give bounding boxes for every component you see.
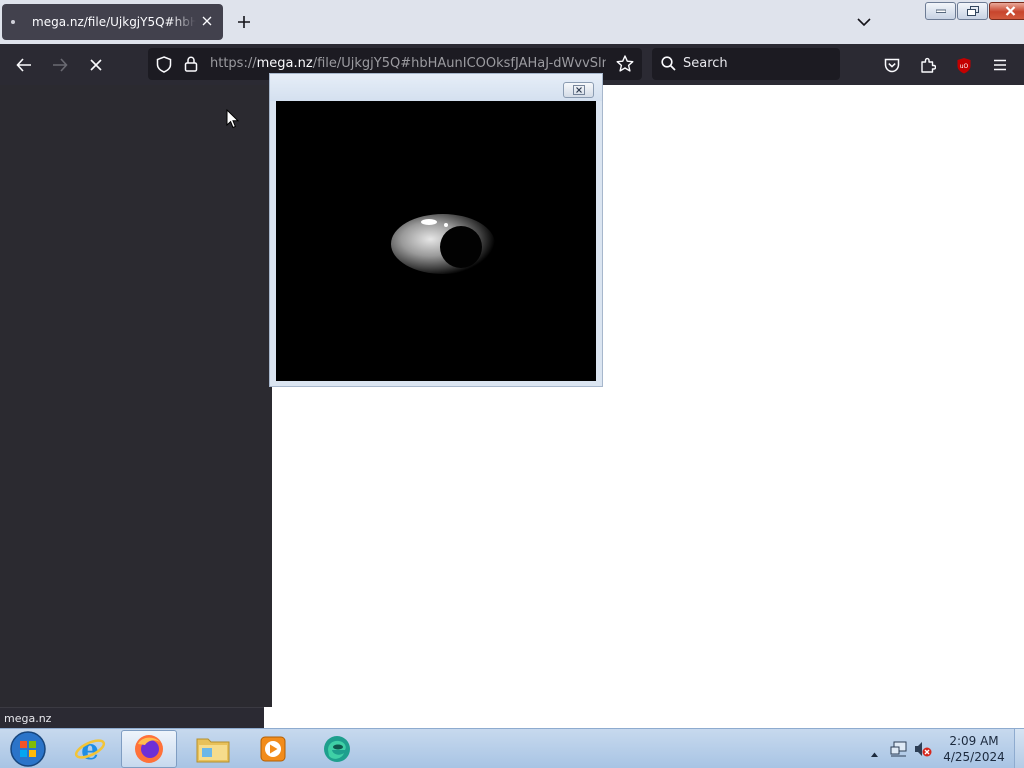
folder-icon <box>196 738 230 763</box>
video-eye-image <box>391 214 495 274</box>
forward-arrow-icon <box>53 58 68 72</box>
internet-explorer-icon: e <box>74 734 106 764</box>
url-path: /file/UjkgjY5Q#hbHAunICOOksfJAHaJ-dWvvSl… <box>312 56 606 71</box>
stop-icon <box>90 59 102 71</box>
browser-tab[interactable]: mega.nz/file/UjkgjY5Q#hbHAunICOOksfJAHaJ… <box>2 4 223 40</box>
popup-titlebar[interactable] <box>270 74 602 101</box>
tracking-protection-shield-icon[interactable] <box>156 56 172 77</box>
mouse-cursor-icon <box>226 109 239 129</box>
chevron-down-icon <box>857 17 871 26</box>
tab-title: mega.nz/file/UjkgjY5Q#hbHAunICOOksfJAHaJ… <box>32 15 196 29</box>
minimize-button[interactable] <box>925 2 956 20</box>
network-icon[interactable] <box>890 741 907 761</box>
taskbar-firefox[interactable] <box>121 730 177 768</box>
pocket-icon <box>884 58 900 72</box>
new-tab-button[interactable] <box>234 12 254 32</box>
lock-icon[interactable] <box>184 56 198 76</box>
taskbar-media-player[interactable] <box>245 730 301 768</box>
show-desktop-button[interactable] <box>1014 729 1024 768</box>
media-player-icon <box>260 736 286 762</box>
taskbar-internet-explorer[interactable]: e <box>62 730 118 768</box>
stop-button[interactable] <box>83 52 109 78</box>
clock-date: 4/25/2024 <box>943 750 1005 764</box>
windows-start-orb-icon <box>10 731 46 767</box>
puzzle-piece-icon <box>921 57 936 73</box>
clock-time: 2:09 AM <box>949 734 999 748</box>
forward-button[interactable] <box>47 52 73 78</box>
ublock-origin-button[interactable]: uO <box>951 52 977 78</box>
close-icon <box>572 85 585 95</box>
list-all-tabs-button[interactable] <box>854 12 874 32</box>
restore-button[interactable] <box>957 2 988 20</box>
popup-close-button[interactable] <box>563 82 594 98</box>
taskbar-clock[interactable]: 2:09 AM 4/25/2024 <box>940 733 1008 765</box>
taskbar-edge[interactable] <box>309 730 365 768</box>
window-caption-buttons <box>925 2 1024 20</box>
window-close-button[interactable] <box>989 2 1024 20</box>
bookmark-star-icon[interactable] <box>616 55 634 76</box>
taskbar: e 2:09 AM 4/25/2024 <box>0 728 1024 768</box>
app-menu-button[interactable] <box>987 52 1013 78</box>
minimize-icon <box>935 9 946 13</box>
tab-strip: mega.nz/file/UjkgjY5Q#hbHAunICOOksfJAHaJ… <box>0 0 1024 44</box>
back-button[interactable] <box>11 52 37 78</box>
show-hidden-icons-button[interactable] <box>870 743 879 762</box>
restore-icon <box>966 6 979 16</box>
page-dark-panel <box>0 85 272 707</box>
search-input[interactable]: Search <box>683 56 728 71</box>
status-panel: mega.nz <box>0 707 264 728</box>
firefox-icon <box>135 735 163 763</box>
tab-close-icon[interactable] <box>199 13 215 29</box>
back-arrow-icon <box>16 58 31 72</box>
edge-icon <box>324 736 350 762</box>
svg-text:uO: uO <box>960 63 969 70</box>
plus-icon <box>238 16 250 28</box>
url-text[interactable]: https://mega.nz/file/UjkgjY5Q#hbHAunICOO… <box>210 56 606 71</box>
hamburger-menu-icon <box>994 59 1006 71</box>
close-icon <box>1005 6 1015 16</box>
video-frame[interactable] <box>276 101 596 381</box>
start-button[interactable] <box>0 730 56 768</box>
svg-text:e: e <box>81 734 99 764</box>
volume-muted-icon[interactable] <box>914 740 932 762</box>
search-bar[interactable]: Search <box>652 48 840 80</box>
loading-dot-icon <box>11 20 15 24</box>
extensions-button[interactable] <box>915 52 941 78</box>
popup-window <box>269 73 603 387</box>
url-prefix: https:// <box>210 56 257 71</box>
pocket-button[interactable] <box>879 52 905 78</box>
chevron-up-icon <box>871 752 878 757</box>
url-domain: mega.nz <box>256 56 313 71</box>
search-icon <box>661 56 676 75</box>
taskbar-file-explorer[interactable] <box>185 730 241 768</box>
ublock-origin-icon: uO <box>957 57 971 73</box>
